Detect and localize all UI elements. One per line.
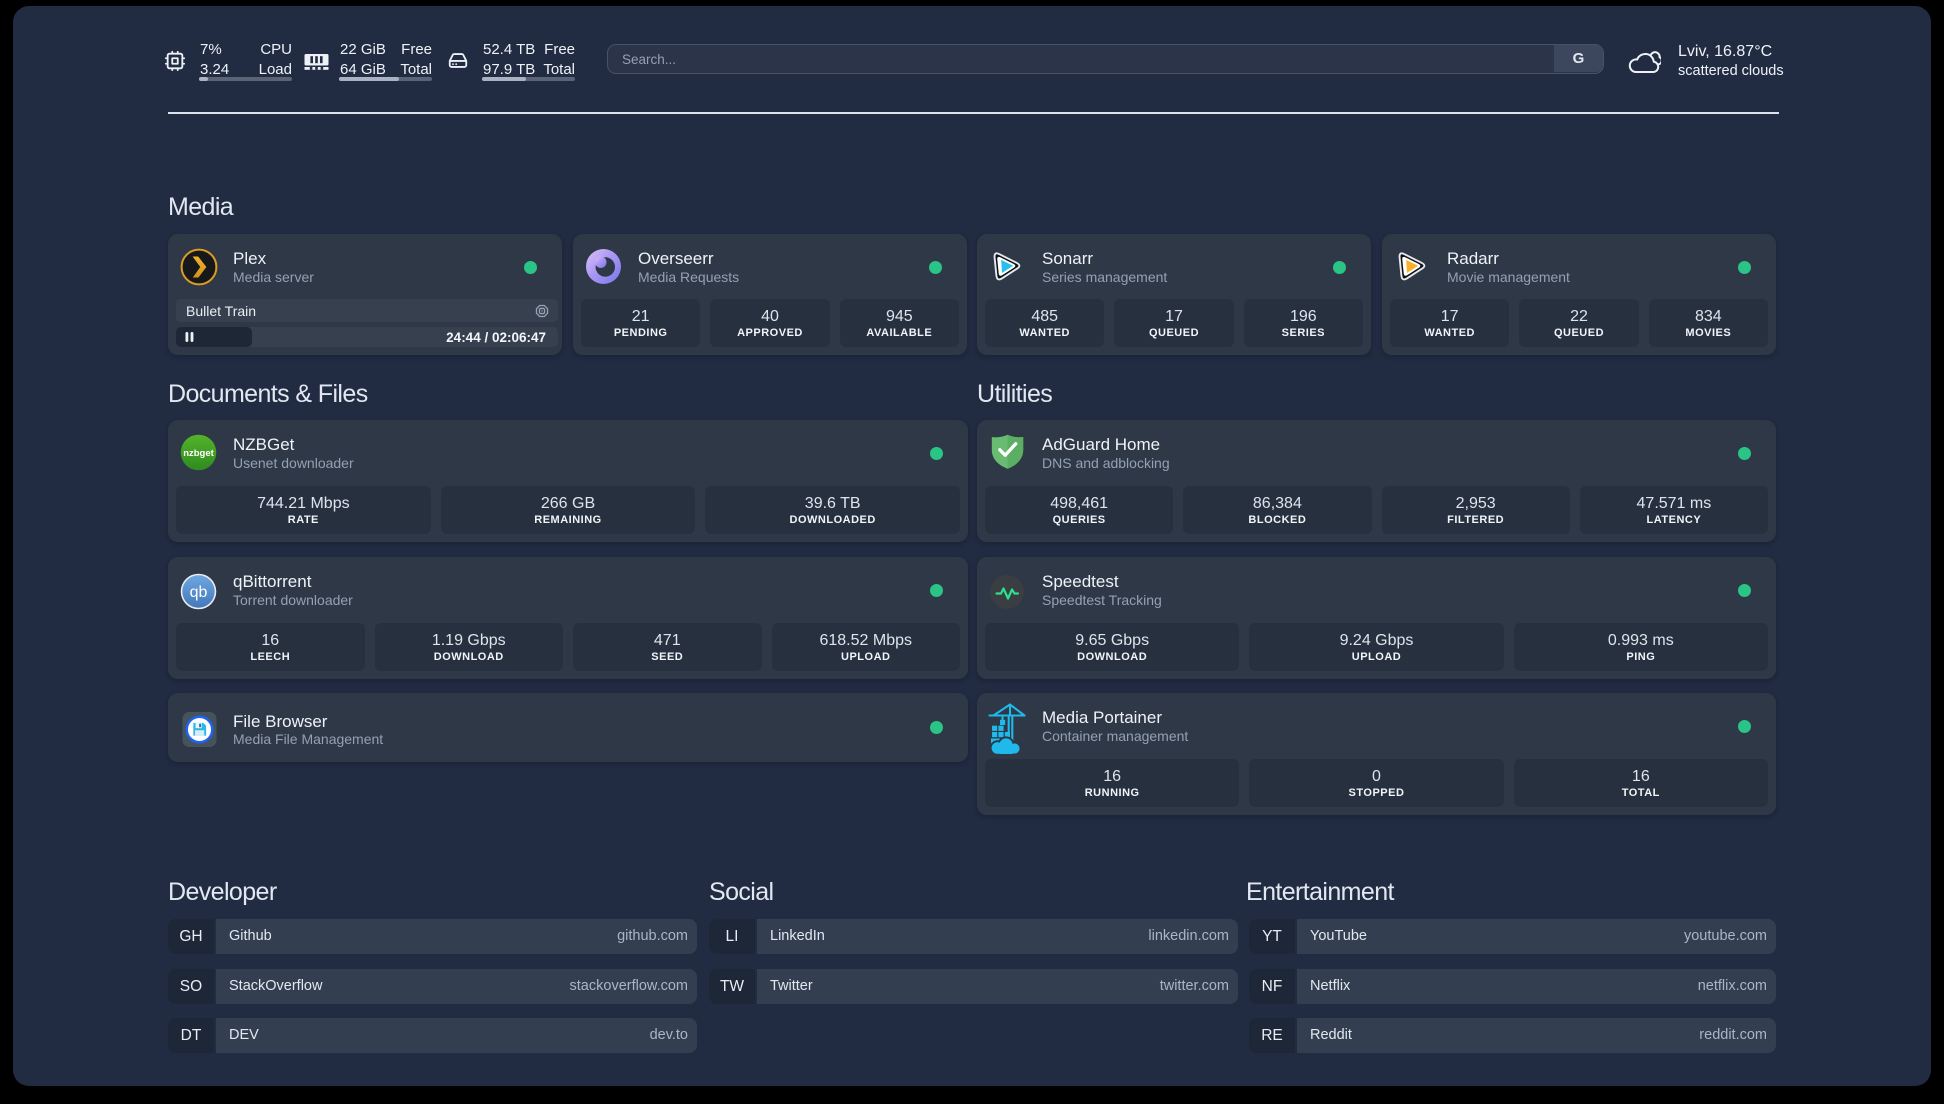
svg-text:nzbget: nzbget xyxy=(183,448,214,459)
svg-text:qb: qb xyxy=(190,584,208,601)
